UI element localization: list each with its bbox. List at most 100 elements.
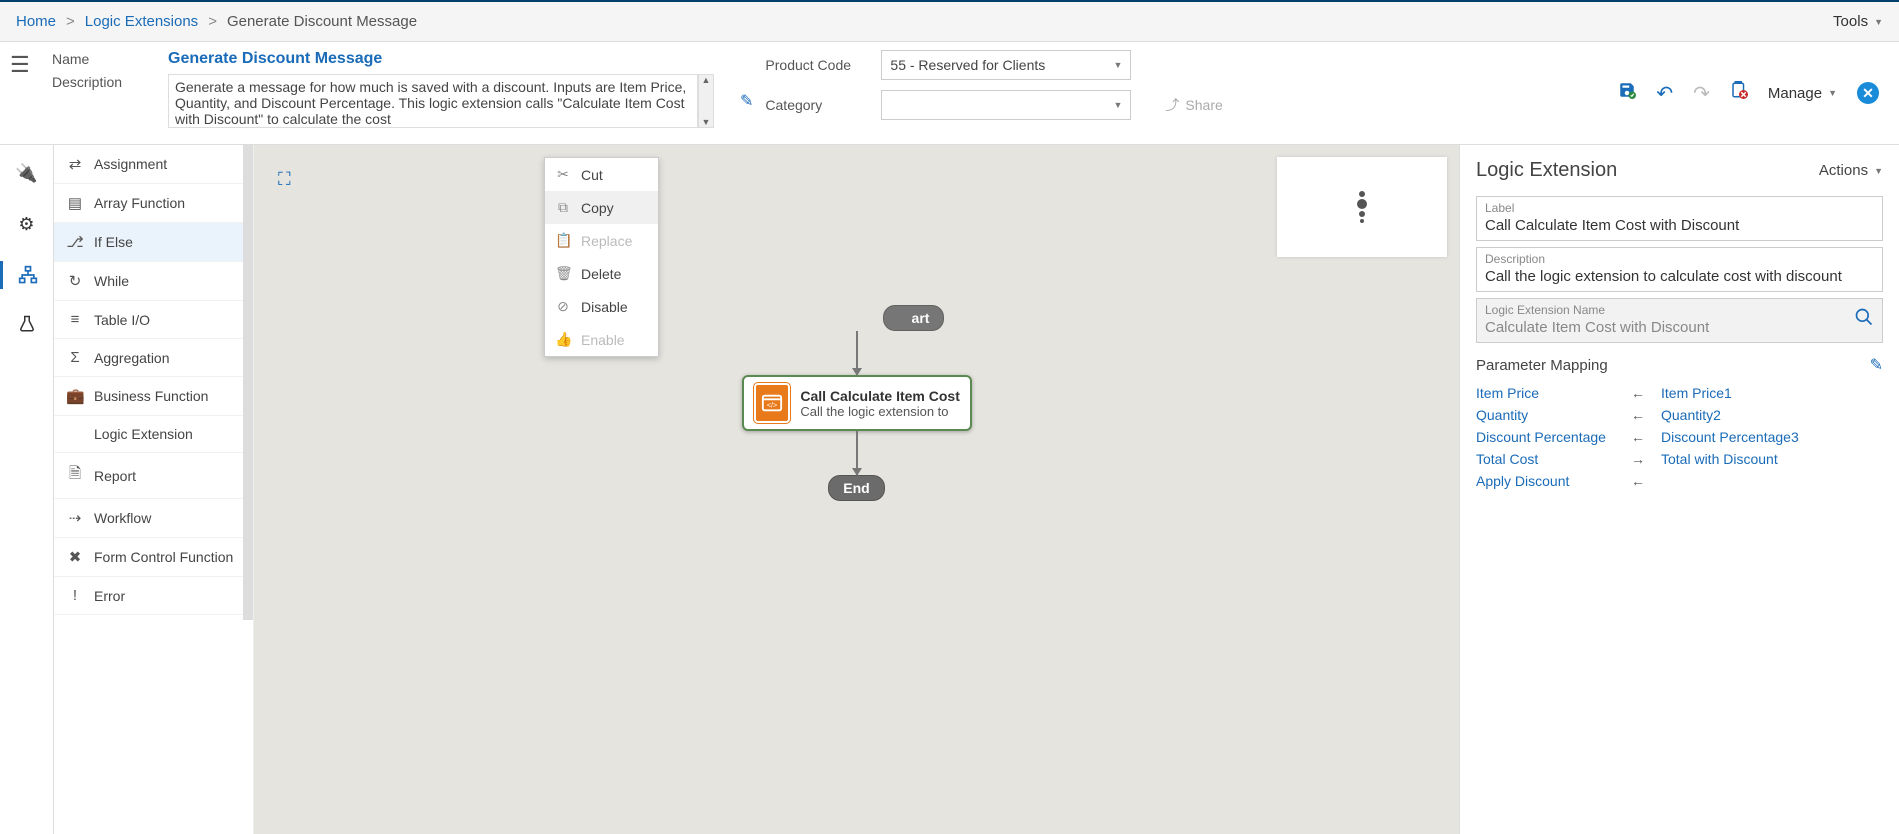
palette-label: While	[94, 273, 129, 289]
palette-label: If Else	[94, 234, 133, 250]
palette-label: Array Function	[94, 195, 185, 211]
tools-menu[interactable]: Tools ▼	[1833, 13, 1883, 30]
save-icon[interactable]	[1618, 81, 1636, 105]
form-header: ☰ Name Generate Discount Message Descrip…	[0, 42, 1899, 145]
prop-lex-name-field[interactable]: Logic Extension Name Calculate Item Cost…	[1476, 298, 1883, 343]
param-left[interactable]: Quantity	[1476, 407, 1631, 423]
enable-icon: 👍	[555, 331, 571, 348]
param-left[interactable]: Total Cost	[1476, 451, 1631, 467]
breadcrumb-logic-extensions[interactable]: Logic Extensions	[85, 13, 198, 30]
left-rail: 🔌 ⚙	[0, 145, 54, 834]
context-menu-replace: 📋 Replace	[545, 224, 658, 257]
prop-description-field[interactable]: Description Call the logic extension to …	[1476, 247, 1883, 292]
replace-icon: 📋	[555, 232, 571, 249]
prop-label-field[interactable]: Label Call Calculate Item Cost with Disc…	[1476, 196, 1883, 241]
palette-label: Table I/O	[94, 312, 150, 328]
palette-item-assignment[interactable]: ⇄ Assignment	[54, 145, 253, 184]
palette-label: Form Control Function	[94, 549, 233, 565]
rail-item-flask[interactable]	[0, 311, 53, 337]
svg-text:</>: </>	[767, 401, 778, 410]
description-label: Description	[52, 74, 152, 90]
chevron-down-icon: ▼	[1113, 100, 1122, 110]
context-menu-label: Replace	[581, 233, 632, 249]
param-right[interactable]: Total with Discount	[1661, 451, 1778, 467]
name-value[interactable]: Generate Discount Message	[168, 50, 382, 68]
manage-label: Manage	[1768, 85, 1822, 102]
palette-icon: ↻	[66, 272, 84, 290]
product-code-select[interactable]: 55 - Reserved for Clients ▼	[881, 50, 1131, 80]
hamburger-icon[interactable]: ☰	[10, 50, 40, 78]
rail-item-hierarchy[interactable]: ⚙	[0, 210, 53, 239]
rail-item-flow[interactable]	[0, 261, 53, 289]
palette-label: Assignment	[94, 156, 167, 172]
flow-diagram: Start </> Call Calculate Item Cost w Cal…	[742, 305, 972, 501]
arrow-icon: ←	[1631, 385, 1661, 401]
scrollbar[interactable]: ▲▼	[698, 74, 714, 128]
palette-item-business-function[interactable]: 💼 Business Function	[54, 377, 253, 416]
canvas[interactable]: ⛶ ✂Cut⧉Copy📋Replace🗑Delete⊘Disable👍Enabl…	[254, 145, 1459, 834]
palette-item-while[interactable]: ↻ While	[54, 262, 253, 301]
palette-item-report[interactable]: 🗎Report	[54, 453, 253, 499]
context-menu-cut[interactable]: ✂Cut	[545, 158, 658, 191]
context-menu-label: Cut	[581, 167, 603, 183]
minimap[interactable]	[1277, 157, 1447, 257]
context-menu-copy[interactable]: ⧉ Copy	[545, 191, 658, 224]
palette: ⇄ Assignment ▤ Array Function ⎇If Else ↻ While…	[54, 145, 254, 834]
palette-item-error[interactable]: !Error	[54, 577, 253, 615]
context-menu-delete[interactable]: 🗑Delete	[545, 257, 658, 290]
param-right[interactable]: Discount Percentage3	[1661, 429, 1799, 445]
arrow-icon: ←	[1631, 473, 1661, 489]
palette-item-table-i/o[interactable]: ≡Table I/O	[54, 301, 253, 339]
palette-item-form-control-function[interactable]: ✖Form Control Function	[54, 538, 253, 577]
scrollbar[interactable]	[243, 145, 253, 620]
flow-node-call-lex[interactable]: </> Call Calculate Item Cost w Call the …	[742, 375, 972, 431]
arrow-icon: →	[1631, 451, 1661, 467]
palette-item-array-function[interactable]: ▤ Array Function	[54, 184, 253, 223]
context-menu-label: Copy	[581, 200, 614, 216]
tools-label: Tools	[1833, 13, 1868, 30]
palette-label: Logic Extension	[94, 426, 193, 442]
palette-label: Error	[94, 588, 125, 604]
actions-menu[interactable]: Actions ▼	[1819, 162, 1883, 179]
palette-icon: 💼	[66, 387, 84, 405]
breadcrumb-current: Generate Discount Message	[227, 13, 417, 30]
delete-icon[interactable]	[1730, 81, 1748, 105]
help-icon[interactable]: ✕	[1857, 82, 1879, 104]
product-code-value: 55 - Reserved for Clients	[890, 57, 1045, 73]
param-right[interactable]: Quantity2	[1661, 407, 1721, 423]
palette-icon: ▤	[66, 194, 84, 212]
description-textarea[interactable]: Generate a message for how much is saved…	[168, 74, 698, 128]
undo-icon[interactable]: ↶	[1656, 81, 1673, 106]
properties-panel: Logic Extension Actions ▼ Label Call Cal…	[1459, 145, 1899, 834]
breadcrumb-home[interactable]: Home	[16, 13, 56, 30]
rail-item-plug[interactable]: 🔌	[0, 159, 53, 188]
param-right[interactable]: Item Price1	[1661, 385, 1732, 401]
expand-icon[interactable]: ⛶	[278, 169, 291, 190]
palette-icon: ⇄	[66, 155, 84, 173]
palette-item-workflow[interactable]: ⇢Workflow	[54, 499, 253, 538]
manage-menu[interactable]: Manage ▼	[1768, 85, 1837, 102]
copy-icon: ⧉	[555, 199, 571, 216]
param-left[interactable]: Apply Discount	[1476, 473, 1631, 489]
actions-label: Actions	[1819, 162, 1868, 179]
param-row: Discount Percentage←Discount Percentage3	[1476, 429, 1883, 445]
delete-icon: 🗑	[555, 265, 571, 282]
param-row: Total Cost→Total with Discount	[1476, 451, 1883, 467]
palette-item-if-else[interactable]: ⎇If Else	[54, 223, 253, 262]
edit-icon[interactable]: ✎	[1870, 355, 1883, 375]
chevron-down-icon: ▼	[1828, 88, 1837, 98]
search-icon[interactable]	[1854, 307, 1874, 332]
flow-start-node[interactable]: Start	[883, 305, 945, 331]
chevron-down-icon: ▼	[1874, 166, 1883, 176]
breadcrumb-bar: Home > Logic Extensions > Generate Disco…	[0, 2, 1899, 42]
palette-label: Report	[94, 468, 136, 484]
edit-icon[interactable]: ✎	[740, 91, 753, 111]
param-left[interactable]: Discount Percentage	[1476, 429, 1631, 445]
palette-item-aggregation[interactable]: ΣAggregation	[54, 339, 253, 377]
palette-item-logic-extension[interactable]: Logic Extension	[54, 416, 253, 453]
param-left[interactable]: Item Price	[1476, 385, 1631, 401]
flow-end-node[interactable]: End	[828, 475, 884, 501]
category-select[interactable]: ▼	[881, 90, 1131, 120]
context-menu-disable[interactable]: ⊘Disable	[545, 290, 658, 323]
palette-label: Business Function	[94, 388, 208, 404]
